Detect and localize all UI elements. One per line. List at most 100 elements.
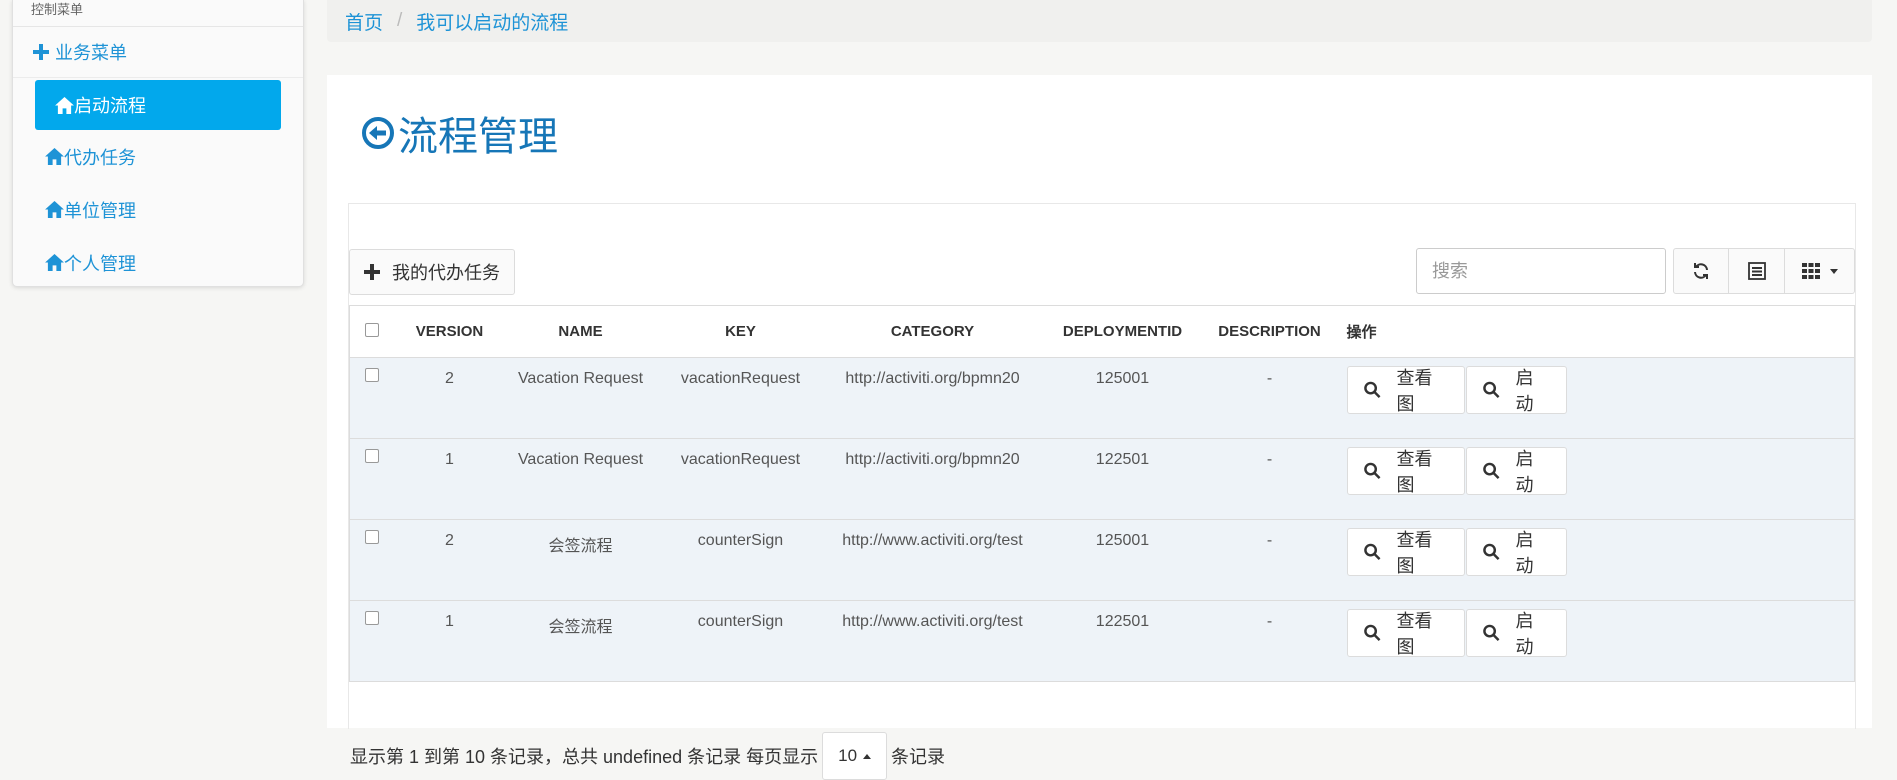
table-row: 2 会签流程 counterSign http://www.activiti.o… bbox=[349, 519, 1855, 601]
cell-description: - bbox=[1205, 600, 1334, 682]
button-label: 查看图 bbox=[1396, 530, 1433, 576]
sidebar-item-pending-tasks[interactable]: 代办任务 bbox=[13, 130, 303, 183]
my-todo-tasks-button[interactable]: 我的代办任务 bbox=[349, 249, 515, 295]
table-row: 2 Vacation Request vacationRequest http:… bbox=[349, 357, 1855, 439]
sidebar-item-unit-management[interactable]: 单位管理 bbox=[13, 183, 303, 236]
search-icon bbox=[1482, 543, 1499, 560]
cell-name: Vacation Request bbox=[505, 357, 656, 439]
main-panel: 流程管理 我的代办任务 搜索 VERSION NAME KEY CATEGORY… bbox=[327, 75, 1872, 780]
sidebar-group-label: 业务菜单 bbox=[55, 43, 127, 63]
process-table: VERSION NAME KEY CATEGORY DEPLOYMENTID D… bbox=[349, 305, 1855, 682]
pagination-text: 显示第 1 到第 10 条记录，总共 undefined 条记录 每页显示 bbox=[350, 747, 819, 767]
cell-actions: 查看图 启动 bbox=[1333, 600, 1855, 682]
sidebar-item-label: 启动流程 bbox=[74, 96, 146, 116]
row-select-cell bbox=[349, 519, 394, 601]
cell-actions: 查看图 启动 bbox=[1333, 438, 1855, 520]
row-checkbox[interactable] bbox=[364, 449, 379, 463]
cell-key: counterSign bbox=[655, 600, 826, 682]
sidebar-item-start-process[interactable]: 启动流程 bbox=[35, 80, 281, 130]
sidebar: 控制菜单 业务菜单 启动流程 代办任务 单位管理 个人管理 bbox=[12, 0, 304, 287]
row-select-cell bbox=[349, 438, 394, 520]
sidebar-header: 控制菜单 bbox=[13, 0, 303, 27]
pagination-suffix: 条记录 bbox=[891, 747, 946, 767]
search-icon bbox=[1482, 381, 1499, 398]
cell-category: http://activiti.org/bpmn20 bbox=[825, 438, 1040, 520]
cell-version: 2 bbox=[393, 519, 506, 601]
grid-icon bbox=[1802, 263, 1820, 279]
breadcrumb-separator: / bbox=[397, 10, 403, 31]
sidebar-item-personal-management[interactable]: 个人管理 bbox=[13, 236, 303, 289]
search-icon bbox=[1363, 624, 1380, 641]
sidebar-item-label: 个人管理 bbox=[64, 253, 136, 274]
cell-deploymentid: 125001 bbox=[1039, 519, 1206, 601]
page-size-dropdown[interactable]: 10 bbox=[822, 732, 888, 780]
caret-up-icon bbox=[863, 753, 872, 759]
start-process-button[interactable]: 启动 bbox=[1465, 609, 1567, 657]
search-icon bbox=[1363, 462, 1380, 479]
cell-key: counterSign bbox=[655, 519, 826, 601]
start-process-button[interactable]: 启动 bbox=[1465, 447, 1567, 495]
button-label: 启动 bbox=[1515, 368, 1534, 414]
table-header-row: VERSION NAME KEY CATEGORY DEPLOYMENTID D… bbox=[349, 305, 1855, 358]
view-diagram-button[interactable]: 查看图 bbox=[1346, 609, 1465, 657]
start-process-button[interactable]: 启动 bbox=[1465, 366, 1567, 414]
cell-name: 会签流程 bbox=[505, 600, 656, 682]
toggle-view-button[interactable] bbox=[1729, 248, 1785, 294]
view-diagram-button[interactable]: 查看图 bbox=[1346, 366, 1465, 414]
row-checkbox[interactable] bbox=[364, 530, 379, 544]
row-checkbox[interactable] bbox=[364, 611, 379, 625]
button-label: 查看图 bbox=[1396, 449, 1433, 495]
cell-description: - bbox=[1205, 438, 1334, 520]
button-label: 启动 bbox=[1515, 611, 1534, 657]
search-icon bbox=[1482, 624, 1499, 641]
refresh-icon bbox=[1694, 263, 1708, 279]
sidebar-group-business[interactable]: 业务菜单 bbox=[13, 27, 303, 78]
home-icon bbox=[45, 254, 64, 271]
cell-category: http://www.activiti.org/test bbox=[825, 600, 1040, 682]
button-label: 查看图 bbox=[1396, 368, 1433, 414]
pagination-info: 显示第 1 到第 10 条记录，总共 undefined 条记录 每页显示 10… bbox=[350, 732, 945, 780]
cell-category: http://www.activiti.org/test bbox=[825, 519, 1040, 601]
view-diagram-button[interactable]: 查看图 bbox=[1346, 447, 1465, 495]
table-row: 1 Vacation Request vacationRequest http:… bbox=[349, 438, 1855, 520]
cell-key: vacationRequest bbox=[655, 438, 826, 520]
cell-deploymentid: 122501 bbox=[1039, 600, 1206, 682]
cell-category: http://activiti.org/bpmn20 bbox=[825, 357, 1040, 439]
column-header-deploymentid[interactable]: DEPLOYMENTID bbox=[1039, 305, 1206, 358]
cell-actions: 查看图 启动 bbox=[1333, 519, 1855, 601]
select-all-header bbox=[349, 305, 394, 358]
breadcrumb-current[interactable]: 我可以启动的流程 bbox=[416, 8, 568, 35]
search-icon bbox=[1482, 462, 1499, 479]
home-icon bbox=[55, 96, 74, 114]
button-label: 启动 bbox=[1515, 530, 1534, 576]
table-row: 1 会签流程 counterSign http://www.activiti.o… bbox=[349, 600, 1855, 682]
row-checkbox[interactable] bbox=[364, 368, 379, 382]
column-header-description[interactable]: DESCRIPTION bbox=[1205, 305, 1334, 358]
columns-menu-button[interactable] bbox=[1785, 248, 1855, 294]
cell-version: 1 bbox=[393, 600, 506, 682]
column-header-category[interactable]: CATEGORY bbox=[825, 305, 1040, 358]
caret-down-icon bbox=[1830, 268, 1838, 274]
select-all-checkbox[interactable] bbox=[364, 322, 379, 337]
list-view-icon bbox=[1747, 262, 1766, 280]
search-icon bbox=[1363, 381, 1380, 398]
sidebar-item-label: 单位管理 bbox=[64, 200, 136, 221]
start-process-button[interactable]: 启动 bbox=[1465, 528, 1567, 576]
refresh-button[interactable] bbox=[1673, 248, 1729, 294]
button-label: 我的代办任务 bbox=[392, 263, 500, 283]
table-tools bbox=[1673, 248, 1855, 294]
cell-deploymentid: 122501 bbox=[1039, 438, 1206, 520]
cell-version: 2 bbox=[393, 357, 506, 439]
column-header-version[interactable]: VERSION bbox=[393, 305, 506, 358]
column-header-actions: 操作 bbox=[1333, 305, 1855, 358]
circle-arrow-left-icon bbox=[362, 117, 394, 149]
cell-name: Vacation Request bbox=[505, 438, 656, 520]
breadcrumb-home-link[interactable]: 首页 bbox=[345, 8, 383, 35]
view-diagram-button[interactable]: 查看图 bbox=[1346, 528, 1465, 576]
column-header-key[interactable]: KEY bbox=[655, 305, 826, 358]
search-icon bbox=[1363, 543, 1380, 560]
column-header-name[interactable]: NAME bbox=[505, 305, 656, 358]
cell-deploymentid: 125001 bbox=[1039, 357, 1206, 439]
home-icon bbox=[45, 201, 64, 218]
search-input[interactable] bbox=[1416, 248, 1666, 294]
